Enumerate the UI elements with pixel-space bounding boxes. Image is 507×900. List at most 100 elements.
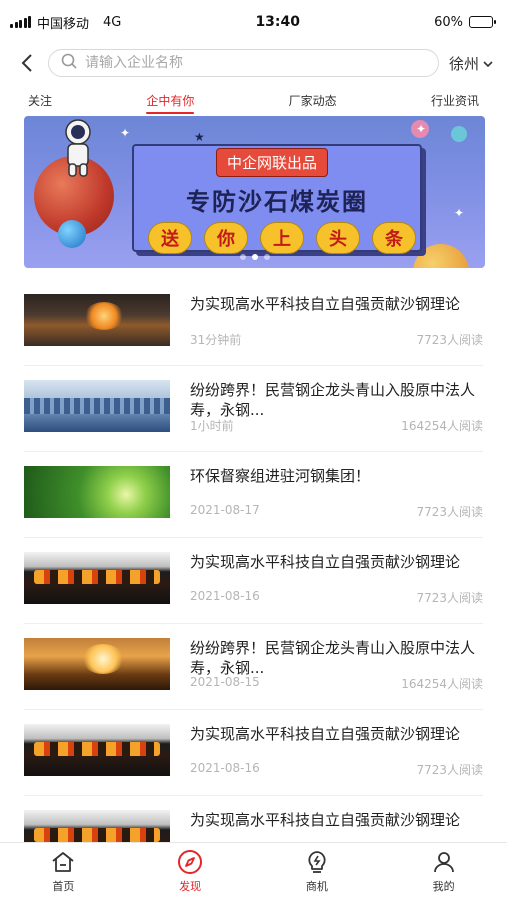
news-time: 31分钟前 bbox=[190, 333, 242, 347]
search-icon bbox=[61, 53, 77, 73]
battery-icon bbox=[468, 16, 496, 28]
nav-discover-label: 发现 bbox=[179, 880, 202, 893]
compass-icon bbox=[177, 849, 203, 875]
banner-title: 专防沙石煤炭圈 bbox=[186, 188, 368, 216]
news-title: 为实现高水平科技自立自强贡献沙钢理论 bbox=[190, 811, 461, 829]
news-body: 环保督察组进驻河钢集团！ 2021-08-17 7723人阅读 bbox=[190, 466, 483, 520]
tab-follow[interactable]: 关注 bbox=[28, 86, 52, 115]
news-body: 为实现高水平科技自立自强贡献沙钢理论 2021-08-16 7723人阅读 bbox=[190, 552, 483, 606]
news-title: 环保督察组进驻河钢集团！ bbox=[190, 467, 371, 485]
tab-manufacturer-news[interactable]: 厂家动态 bbox=[289, 86, 337, 115]
news-title: 为实现高水平科技自立自强贡献沙钢理论 bbox=[190, 553, 461, 571]
tab-industry-news[interactable]: 行业资讯 bbox=[431, 86, 479, 115]
news-item[interactable]: 为实现高水平科技自立自强贡献沙钢理论 2021-08-16 7723人阅读 bbox=[24, 538, 483, 624]
battery-percent: 60% bbox=[434, 14, 463, 30]
tab-enterprise[interactable]: 企中有你 bbox=[146, 86, 195, 115]
news-thumbnail bbox=[24, 552, 170, 604]
nav-home[interactable]: 首页 bbox=[23, 849, 103, 894]
promo-banner[interactable]: ✦ ★ ✦ ✦ ★ 中企网联出品 专防沙石煤炭圈 送 你 上 头 条 bbox=[24, 116, 485, 268]
banner-pill: 头 bbox=[316, 222, 360, 254]
news-read-count: 164254人阅读 bbox=[401, 677, 483, 691]
banner-panel: 中企网联出品 专防沙石煤炭圈 送 你 上 头 条 bbox=[132, 144, 422, 254]
star-icon: ★ bbox=[194, 130, 205, 144]
banner-pill: 上 bbox=[260, 222, 304, 254]
news-read-count: 7723人阅读 bbox=[416, 333, 483, 347]
news-thumbnail bbox=[24, 466, 170, 518]
home-icon bbox=[50, 849, 76, 875]
back-icon[interactable] bbox=[16, 52, 38, 74]
news-item[interactable]: 为实现高水平科技自立自强贡献沙钢理论 31分钟前 7723人阅读 bbox=[24, 280, 483, 366]
news-thumbnail bbox=[24, 724, 170, 776]
news-body: 为实现高水平科技自立自强贡献沙钢理论 2021-08-16 7723人阅读 bbox=[190, 724, 483, 778]
search-input[interactable] bbox=[85, 55, 426, 71]
carousel-dot[interactable] bbox=[239, 254, 246, 260]
bottom-nav: 首页 发现 商机 我的 bbox=[0, 842, 507, 900]
banner-pill: 你 bbox=[204, 222, 248, 254]
banner-pill: 送 bbox=[148, 222, 192, 254]
news-thumbnail bbox=[24, 380, 170, 432]
news-body: 纷纷跨界！民营钢企龙头青山入股原中法人寿，永钢... 1小时前 164254人阅… bbox=[190, 380, 483, 434]
nav-opportunity-label: 商机 bbox=[305, 880, 328, 893]
search-box[interactable] bbox=[48, 49, 439, 77]
news-thumbnail bbox=[24, 638, 170, 690]
news-read-count: 7723人阅读 bbox=[416, 505, 483, 519]
news-time: 2021-08-15 bbox=[190, 675, 260, 689]
star-icon: ✦ bbox=[454, 206, 465, 220]
carrier-label: 中国移动 bbox=[37, 16, 90, 32]
news-time: 1小时前 bbox=[190, 419, 234, 433]
news-time: 2021-08-16 bbox=[190, 589, 260, 603]
lightbulb-icon bbox=[304, 849, 330, 875]
signal-icon bbox=[10, 16, 31, 28]
status-left: 中国移动 4G bbox=[10, 13, 121, 32]
news-body: 为实现高水平科技自立自强贡献沙钢理论 31分钟前 7723人阅读 bbox=[190, 294, 483, 348]
news-read-count: 7723人阅读 bbox=[416, 763, 483, 777]
news-read-count: 164254人阅读 bbox=[401, 419, 483, 433]
star-icon: ✦ bbox=[416, 122, 427, 136]
news-item[interactable]: 为实现高水平科技自立自强贡献沙钢理论 2021-08-16 7723人阅读 bbox=[24, 710, 483, 796]
nav-discover[interactable]: 发现 bbox=[150, 849, 230, 894]
star-icon: ✦ bbox=[120, 126, 131, 140]
carousel-dot[interactable] bbox=[263, 254, 270, 260]
news-item[interactable]: 环保督察组进驻河钢集团！ 2021-08-17 7723人阅读 bbox=[24, 452, 483, 538]
planet-illustration bbox=[58, 220, 86, 248]
news-item[interactable]: 纷纷跨界！民营钢企龙头青山入股原中法人寿，永钢... 1小时前 164254人阅… bbox=[24, 366, 483, 452]
status-right: 60% bbox=[434, 14, 496, 30]
nav-profile-label: 我的 bbox=[432, 880, 455, 893]
nav-profile[interactable]: 我的 bbox=[404, 849, 484, 894]
news-title: 纷纷跨界！民营钢企龙头青山入股原中法人寿，永钢... bbox=[190, 381, 476, 417]
nav-opportunity[interactable]: 商机 bbox=[277, 849, 357, 894]
planet-illustration bbox=[451, 126, 467, 142]
category-tabs: 关注 企中有你 厂家动态 行业资讯 bbox=[0, 82, 507, 118]
city-select[interactable]: 徐州 bbox=[449, 53, 493, 74]
nav-home-label: 首页 bbox=[52, 880, 75, 893]
news-time: 2021-08-17 bbox=[190, 503, 260, 517]
network-label: 4G bbox=[103, 14, 122, 30]
news-meta: 2021-08-16 7723人阅读 bbox=[190, 589, 483, 606]
news-read-count: 7723人阅读 bbox=[416, 591, 483, 605]
news-body: 纷纷跨界！民营钢企龙头青山入股原中法人寿，永钢... 2021-08-15 16… bbox=[190, 638, 483, 692]
user-icon bbox=[431, 849, 457, 875]
astronaut-illustration bbox=[65, 119, 91, 177]
news-meta: 2021-08-15 164254人阅读 bbox=[190, 675, 483, 692]
news-thumbnail bbox=[24, 294, 170, 346]
news-list: 为实现高水平科技自立自强贡献沙钢理论 31分钟前 7723人阅读 纷纷跨界！民营… bbox=[0, 280, 507, 882]
city-label: 徐州 bbox=[448, 54, 479, 73]
news-meta: 2021-08-16 7723人阅读 bbox=[190, 761, 483, 778]
carousel-dot[interactable] bbox=[251, 254, 258, 260]
news-title: 纷纷跨界！民营钢企龙头青山入股原中法人寿，永钢... bbox=[190, 639, 476, 675]
news-title: 为实现高水平科技自立自强贡献沙钢理论 bbox=[190, 295, 461, 313]
news-meta: 1小时前 164254人阅读 bbox=[190, 417, 483, 434]
search-header: 徐州 bbox=[0, 44, 507, 82]
news-meta: 31分钟前 7723人阅读 bbox=[190, 331, 483, 348]
banner-pills: 送 你 上 头 条 bbox=[148, 222, 416, 254]
news-meta: 2021-08-17 7723人阅读 bbox=[190, 503, 483, 520]
banner-tag: 中企网联出品 bbox=[216, 148, 329, 177]
news-title: 为实现高水平科技自立自强贡献沙钢理论 bbox=[190, 725, 461, 743]
news-time: 2021-08-16 bbox=[190, 761, 260, 775]
clock: 13:40 bbox=[255, 14, 301, 30]
news-item[interactable]: 纷纷跨界！民营钢企龙头青山入股原中法人寿，永钢... 2021-08-15 16… bbox=[24, 624, 483, 710]
chevron-down-icon bbox=[483, 54, 493, 72]
carousel-dots bbox=[24, 254, 485, 260]
banner-pill: 条 bbox=[372, 222, 416, 254]
status-bar: 中国移动 4G 13:40 60% bbox=[0, 0, 507, 44]
